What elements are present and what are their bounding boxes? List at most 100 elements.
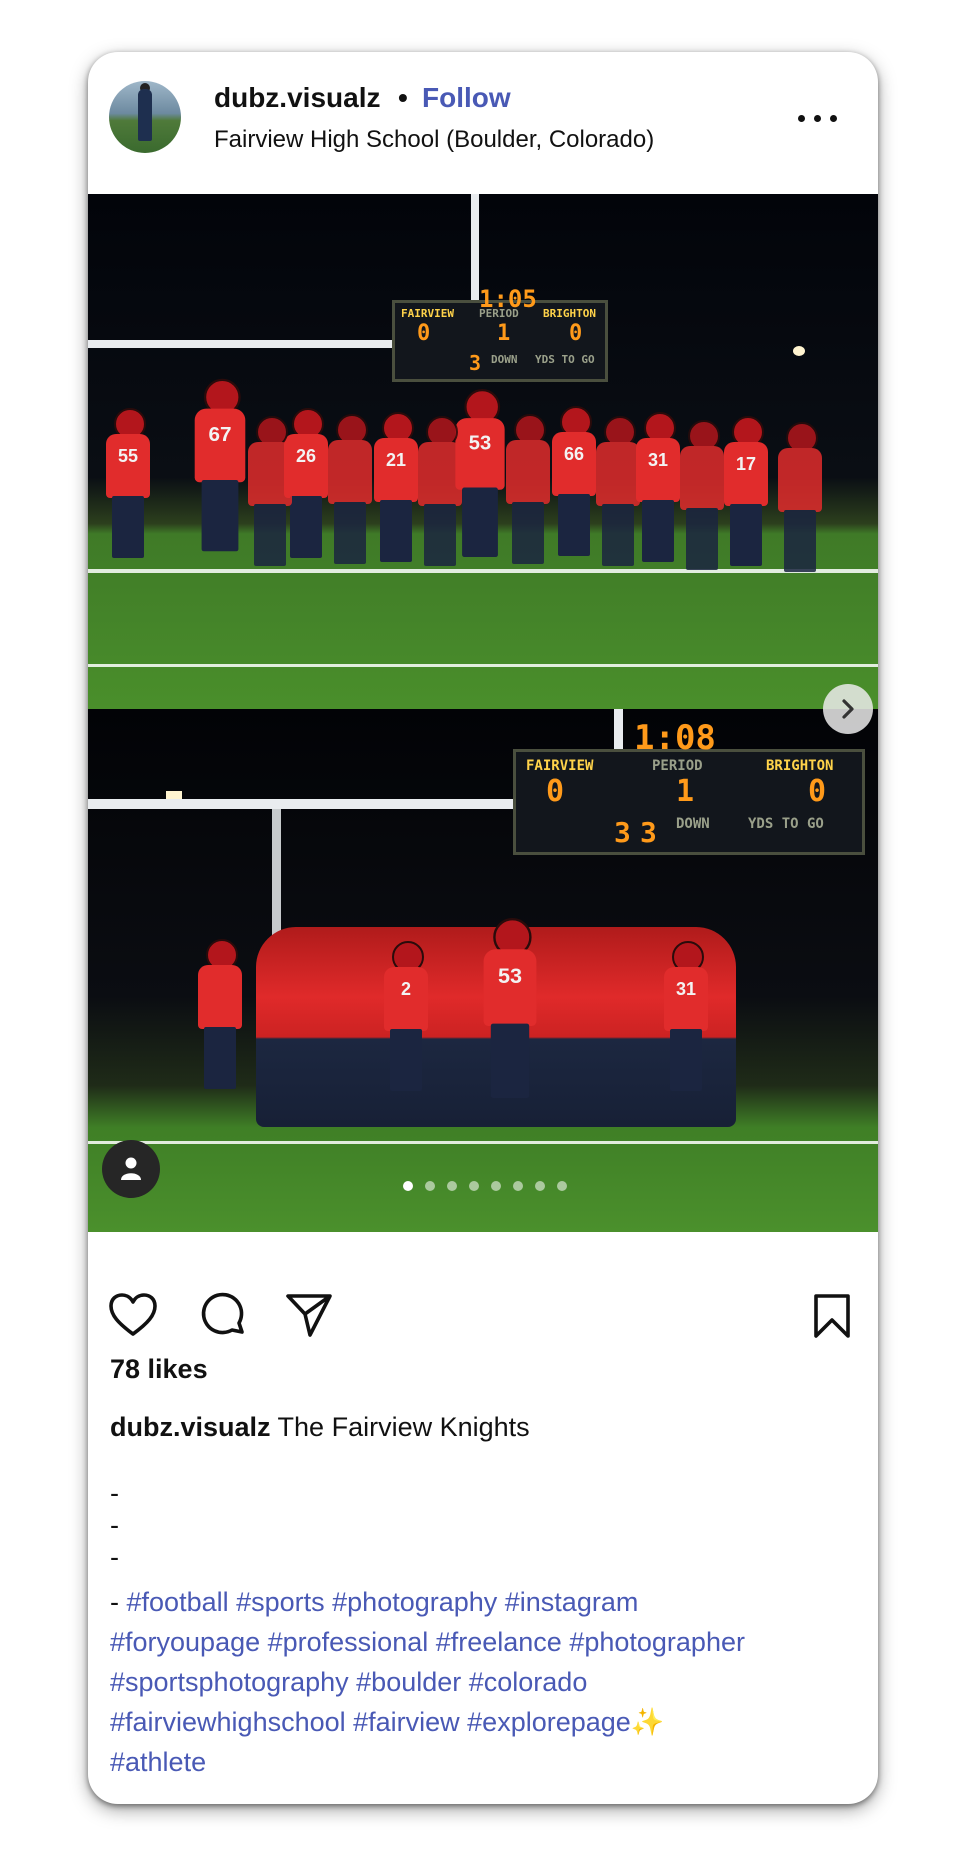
hashtag-line[interactable]: #fairviewhighschool #fairview #explorepa… <box>110 1702 870 1742</box>
player <box>248 416 292 566</box>
down-value: 3 <box>614 816 631 849</box>
carousel-next-button[interactable] <box>823 684 873 734</box>
player <box>506 414 550 564</box>
player: 17 <box>724 416 768 566</box>
carousel-pager <box>403 1178 579 1191</box>
carousel-dot <box>491 1181 501 1191</box>
player <box>418 416 462 566</box>
post-photo-1[interactable]: 1:05 FAIRVIEW 0 PERIOD 1 BRIGHTON 0 DOWN… <box>88 194 878 709</box>
home-score: 0 <box>417 321 431 346</box>
caption-dash: - <box>110 1478 119 1508</box>
period-value: 1 <box>676 774 695 809</box>
player: 66 <box>552 406 596 556</box>
post-caption: dubz.visualz The Fairview Knights <box>110 1412 530 1443</box>
caption-hashtags: - #football #sports #photography #instag… <box>110 1582 870 1782</box>
avatar[interactable] <box>109 81 181 153</box>
caption-username[interactable]: dubz.visualz <box>110 1412 271 1442</box>
hashtag-line[interactable]: #sportsphotography #boulder #colorado <box>110 1662 870 1702</box>
scoreboard-time: 1:08 <box>634 718 716 758</box>
away-score: 0 <box>569 321 583 346</box>
home-label: FAIRVIEW <box>526 758 594 774</box>
carousel-dot <box>469 1181 479 1191</box>
period-value: 1 <box>497 321 511 346</box>
action-bar <box>88 1232 878 1338</box>
player: 31 <box>636 412 680 562</box>
stadium-light <box>166 791 182 799</box>
comment-icon[interactable] <box>198 1290 248 1340</box>
more-horizontal-icon[interactable] <box>798 110 838 126</box>
caption-text: The Fairview Knights <box>270 1412 530 1442</box>
period-label: PERIOD <box>652 758 703 774</box>
scoreboard: 1:08 FAIRVIEW 0 PERIOD 1 BRIGHTON 0 DOWN… <box>513 718 865 855</box>
person-icon <box>121 1157 141 1180</box>
player: 53 <box>483 918 537 1098</box>
caption-dash: - <box>110 1587 119 1617</box>
hashtags[interactable]: #football #sports #photography #instagra… <box>127 1587 639 1617</box>
player: 53 <box>455 389 505 557</box>
period-label: PERIOD <box>479 307 519 320</box>
yard-line <box>88 569 878 573</box>
caption-dash: - <box>110 1510 119 1540</box>
post-username[interactable]: dubz.visualz <box>214 82 380 114</box>
tagged-users-button[interactable] <box>102 1140 160 1198</box>
player <box>596 416 640 566</box>
hashtags[interactable]: #fairviewhighschool #fairview #explorepa… <box>110 1707 631 1737</box>
togo-value: 3 <box>640 816 657 849</box>
jersey-number: 53 <box>468 431 492 454</box>
player <box>198 939 242 1089</box>
follow-button[interactable]: Follow <box>422 82 511 114</box>
down-label: DOWN <box>676 816 710 832</box>
player <box>778 422 822 572</box>
carousel-dot <box>403 1181 413 1191</box>
hashtag-line[interactable]: - #football #sports #photography #instag… <box>110 1582 870 1622</box>
home-score: 0 <box>546 774 565 809</box>
player <box>328 414 372 564</box>
chevron-right-icon <box>842 699 854 719</box>
hashtag-line[interactable]: #foryoupage #professional #freelance #ph… <box>110 1622 870 1662</box>
scoreboard: 1:05 FAIRVIEW 0 PERIOD 1 BRIGHTON 0 DOWN… <box>392 285 608 382</box>
away-label: BRIGHTON <box>543 307 596 320</box>
yard-line <box>88 664 878 667</box>
post-photo-2[interactable]: 1:08 FAIRVIEW 0 PERIOD 1 BRIGHTON 0 DOWN… <box>88 709 878 1232</box>
jersey-number: 2 <box>400 979 411 999</box>
send-icon[interactable] <box>284 1292 334 1338</box>
post-card: dubz.visualz • Follow Fairview High Scho… <box>88 52 878 1804</box>
togo-label: YDS TO GO <box>535 353 595 366</box>
carousel-dot <box>557 1181 567 1191</box>
jersey-number: 67 <box>208 422 232 446</box>
carousel-dot <box>425 1181 435 1191</box>
player: 67 <box>194 378 246 552</box>
away-label: BRIGHTON <box>766 758 834 774</box>
jersey-number: 66 <box>563 444 585 464</box>
post-header: dubz.visualz • Follow Fairview High Scho… <box>88 52 878 194</box>
down-label: DOWN <box>491 353 518 366</box>
caption-dash: - <box>110 1542 119 1572</box>
player: 31 <box>664 941 708 1091</box>
jersey-number: 31 <box>647 450 669 470</box>
stadium-light <box>793 346 805 356</box>
jersey-number: 53 <box>497 963 523 988</box>
post-location[interactable]: Fairview High School (Boulder, Colorado) <box>214 126 654 154</box>
player <box>680 420 724 570</box>
carousel-dot <box>535 1181 545 1191</box>
separator-dot: • <box>398 82 408 113</box>
carousel-dot <box>447 1181 457 1191</box>
player: 2 <box>384 941 428 1091</box>
down-value: 3 <box>469 351 482 375</box>
carousel-dot <box>513 1181 523 1191</box>
player: 21 <box>374 412 418 562</box>
away-score: 0 <box>808 774 827 809</box>
hashtag-line[interactable]: #athlete <box>110 1742 870 1782</box>
jersey-number: 31 <box>675 979 697 999</box>
home-label: FAIRVIEW <box>401 307 454 320</box>
sparkle-emoji: ✨ <box>630 1707 665 1737</box>
yard-line <box>88 1141 878 1144</box>
jersey-number: 17 <box>735 454 757 474</box>
jersey-number: 55 <box>117 446 139 466</box>
likes-count[interactable]: 78 likes <box>110 1354 208 1385</box>
heart-icon[interactable] <box>108 1292 158 1338</box>
avatar-figure <box>138 89 152 141</box>
togo-label: YDS TO GO <box>748 816 824 832</box>
jersey-number: 21 <box>385 450 407 470</box>
bookmark-icon[interactable] <box>810 1292 854 1340</box>
